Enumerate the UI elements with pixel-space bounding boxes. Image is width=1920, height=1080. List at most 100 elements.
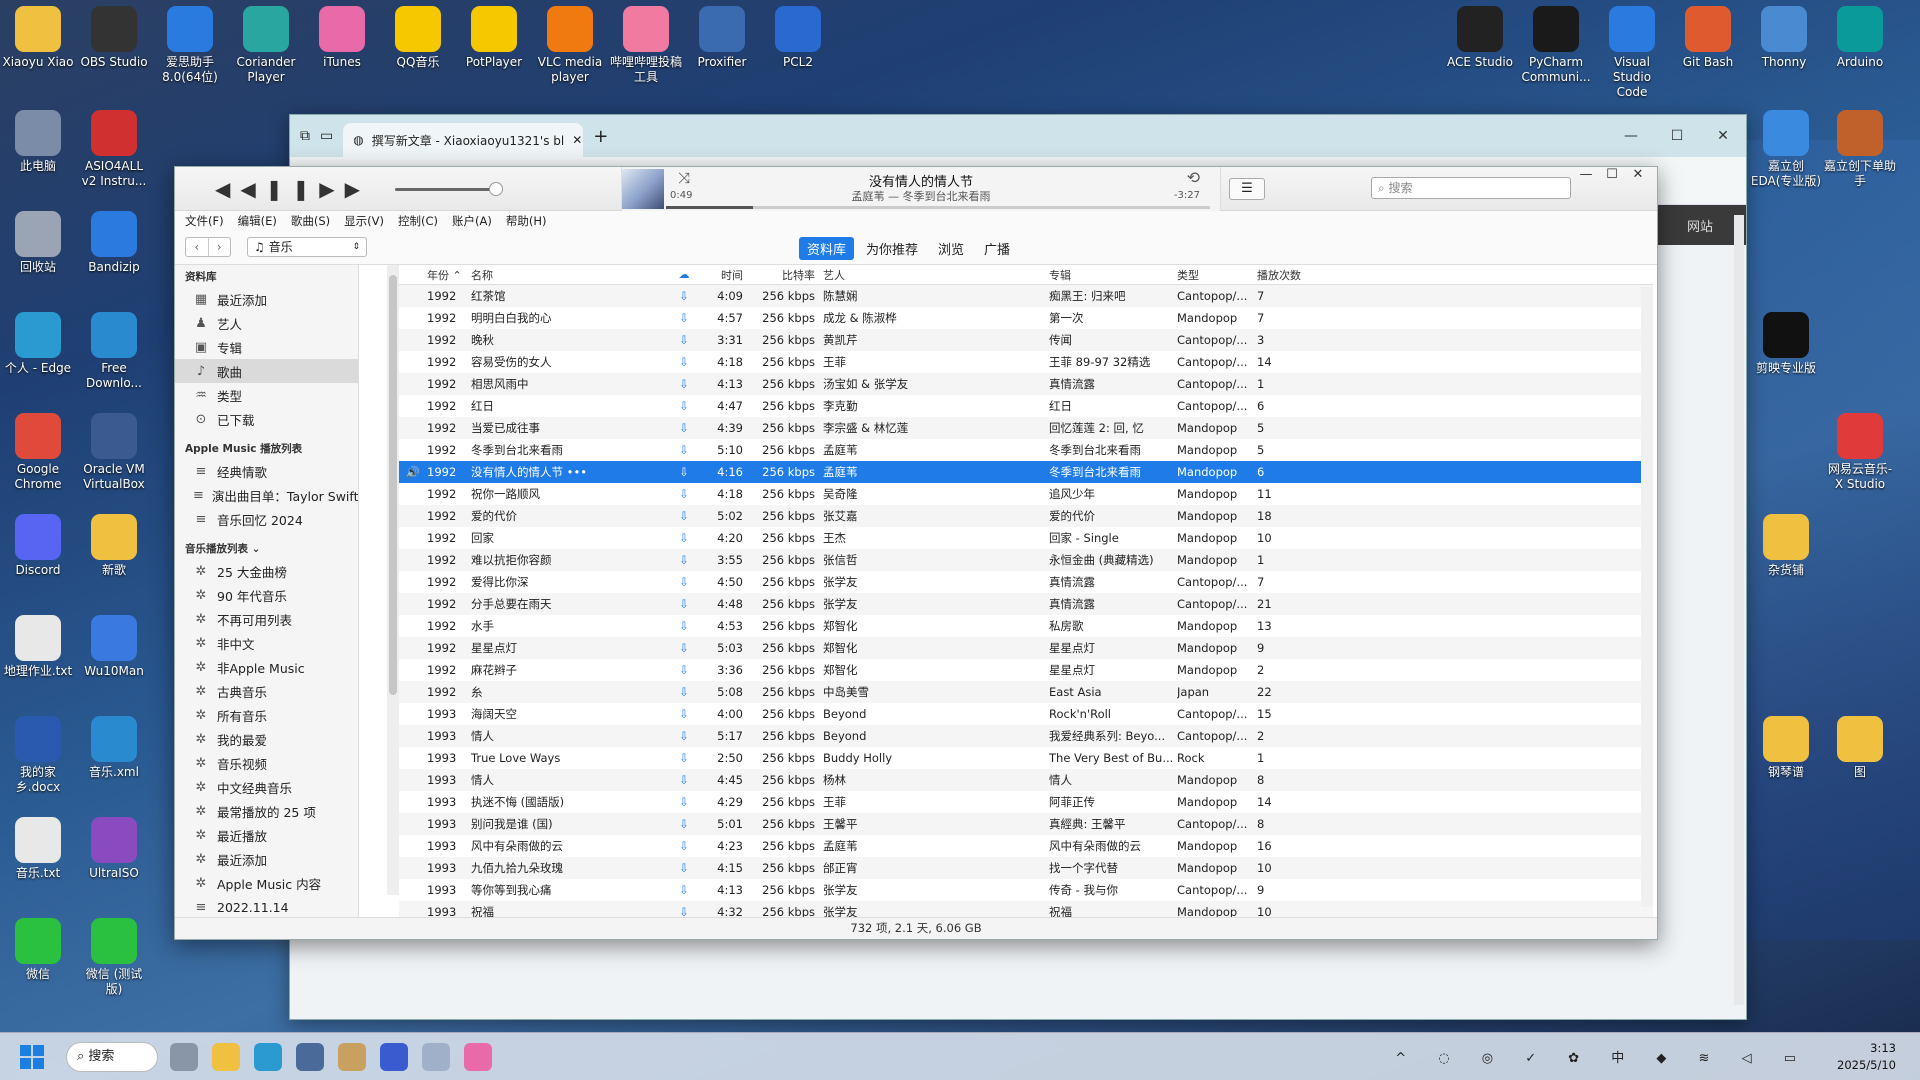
desktop-icon[interactable]: OBS Studio <box>78 6 150 70</box>
desktop-icon[interactable]: Oracle VM VirtualBox <box>78 413 150 492</box>
desktop-icon[interactable]: Free Downlo... <box>78 312 150 391</box>
search-input[interactable]: ⌕ 搜索 <box>1371 177 1571 199</box>
desktop-icon[interactable]: 我的家乡.docx <box>2 716 74 795</box>
forward-arrow-icon[interactable]: › <box>207 238 231 256</box>
table-row[interactable]: 1993 九佰九拾九朵玫瑰 ⇩ 4:15 256 kbps 邰正宵 找一个字代替 Mandop… <box>399 857 1653 879</box>
file-explorer-icon[interactable] <box>212 1043 240 1071</box>
media-kind-select[interactable]: ♫ 音乐 ⇕ <box>247 237 367 257</box>
desktop-icon[interactable]: VLC media player <box>534 6 606 85</box>
sidebar-item[interactable]: ✲ 我的最爱 <box>175 727 358 751</box>
tab-segment[interactable]: 为你推荐 <box>858 237 926 260</box>
menu-item[interactable]: 显示(V) <box>344 213 384 229</box>
table-row[interactable]: 1992 冬季到台北来看雨 ⇩ 5:10 256 kbps 孟庭苇 冬季到台北来看雨 Mand… <box>399 439 1653 461</box>
table-row[interactable]: 1992 水手 ⇩ 4:53 256 kbps 郑智化 私房歌 Mandopop 13 <box>399 615 1653 637</box>
edge-icon[interactable] <box>254 1043 282 1071</box>
desktop-icon[interactable]: PCL2 <box>762 6 834 70</box>
menu-item[interactable]: 文件(F) <box>185 213 224 229</box>
website-link[interactable]: 网站 <box>1654 205 1746 245</box>
sidebar-item[interactable]: ✲ 音乐视频 <box>175 751 358 775</box>
cloud-download-icon[interactable]: ⇩ <box>671 597 697 611</box>
sidebar-item[interactable]: ✲ 古典音乐 <box>175 679 358 703</box>
table-row[interactable]: 1992 祝你一路顺风 ⇩ 4:18 256 kbps 吴奇隆 追风少年 Mandopop 11 <box>399 483 1653 505</box>
desktop-icon[interactable]: 此电脑 <box>2 110 74 174</box>
cloud-download-icon[interactable]: ⇩ <box>671 839 697 853</box>
browser-tab[interactable]: ◍ 撰写新文章 - Xiaoxiaoyu1321's bl ✕ <box>343 123 584 157</box>
sidebar-item[interactable]: ✲ 所有音乐 <box>175 703 358 727</box>
desktop-icon[interactable]: ACE Studio <box>1444 6 1516 70</box>
table-row[interactable]: 1992 相思风雨中 ⇩ 4:13 256 kbps 汤宝如 & 张学友 真情流露 Canto… <box>399 373 1653 395</box>
previous-icon[interactable]: ◀◀ <box>215 177 266 201</box>
table-row[interactable]: 🔊 1992 没有情人的情人节 ••• ⇩ 4:16 256 kbps 孟庭苇 冬季到台北来看… <box>399 461 1653 483</box>
desktop-icon[interactable]: ASIO4ALL v2 Instru... <box>78 110 150 189</box>
table-row[interactable]: 1992 红日 ⇩ 4:47 256 kbps 李克勤 红日 Cantopop/... 6 <box>399 395 1653 417</box>
table-row[interactable]: 1992 晚秋 ⇩ 3:31 256 kbps 黄凯芹 传闻 Cantopop/... 3 <box>399 329 1653 351</box>
desktop-icon[interactable]: 音乐.xml <box>78 716 150 780</box>
monitor-app-icon[interactable] <box>296 1043 324 1071</box>
avatar-app-icon[interactable] <box>422 1043 450 1071</box>
taskbar-search[interactable]: ⌕ 搜索 <box>66 1042 158 1072</box>
minimize-icon[interactable]: — <box>1608 128 1654 144</box>
cloud-download-icon[interactable]: ⇩ <box>671 443 697 457</box>
cloud-download-icon[interactable]: ⇩ <box>671 553 697 567</box>
cloud-download-icon[interactable]: ⇩ <box>671 399 697 413</box>
sidebar-item[interactable]: ♒ 类型 <box>175 383 358 407</box>
sidebar-scrollbar[interactable] <box>387 265 399 895</box>
cloud-download-icon[interactable]: ⇩ <box>671 751 697 765</box>
desktop-icon[interactable]: 音乐.txt <box>2 817 74 881</box>
sidebar-item[interactable]: ✲ 不再可用列表 <box>175 607 358 631</box>
remaining-time[interactable]: -3:27 <box>1174 190 1200 201</box>
next-icon[interactable]: ▶▶ <box>319 177 370 201</box>
desktop-icon[interactable]: 图 <box>1824 716 1896 780</box>
column-header[interactable]: 时间 <box>697 267 743 283</box>
table-row[interactable]: 1992 分手总要在雨天 ⇩ 4:48 256 kbps 张学友 真情流露 Cantopop/… <box>399 593 1653 615</box>
cloud-download-icon[interactable]: ⇩ <box>671 685 697 699</box>
desktop-icon[interactable]: 个人 - Edge <box>2 312 74 376</box>
sidebar-item[interactable]: ✲ 非Apple Music <box>175 655 358 679</box>
sidebar-item[interactable]: ≡ 经典情歌 <box>175 459 358 483</box>
column-header[interactable]: 类型 <box>1177 267 1257 283</box>
desktop-icon[interactable]: 回收站 <box>2 211 74 275</box>
cloud-download-icon[interactable]: ⇩ <box>671 465 697 479</box>
sidebar-item[interactable]: ▣ 专辑 <box>175 335 358 359</box>
column-header[interactable]: 专辑 <box>1049 267 1177 283</box>
desktop-icon[interactable]: 微信 <box>2 918 74 982</box>
cloud-download-icon[interactable]: ⇩ <box>671 883 697 897</box>
cloud-download-icon[interactable]: ⇩ <box>671 861 697 875</box>
cloud-download-icon[interactable]: ⇩ <box>671 377 697 391</box>
menu-item[interactable]: 账户(A) <box>452 213 492 229</box>
desktop-icon[interactable]: 微信 (测试版) <box>78 918 150 997</box>
clock[interactable]: 3:13 2025/5/10 <box>1837 1040 1896 1074</box>
desktop-icon[interactable]: Proxifier <box>686 6 758 70</box>
minimize-icon[interactable]: — <box>1573 167 1599 182</box>
table-row[interactable]: 1993 情人 ⇩ 4:45 256 kbps 杨林 情人 Mandopop 8 <box>399 769 1653 791</box>
table-row[interactable]: 1993 风中有朵雨做的云 ⇩ 4:23 256 kbps 孟庭苇 风中有朵雨做的云 Mand… <box>399 835 1653 857</box>
sidebar-item[interactable]: ♪ 歌曲 <box>175 359 358 383</box>
table-row[interactable]: 1992 糸 ⇩ 5:08 256 kbps 中岛美雪 East Asia Japan 22 <box>399 681 1653 703</box>
table-row[interactable]: 1993 执迷不悔 (國語版) ⇩ 4:29 256 kbps 王菲 阿菲正传 Mandopo… <box>399 791 1653 813</box>
desktop-icon[interactable]: 钢琴谱 <box>1750 716 1822 780</box>
cloud-download-icon[interactable]: ⇩ <box>671 355 697 369</box>
browser-workspace-icon[interactable]: ⧉ <box>300 128 310 144</box>
sidebar-item[interactable]: ≡ 2022.11.14 <box>175 895 358 919</box>
progress-bar[interactable] <box>666 206 1210 209</box>
desktop-icon[interactable]: Wu10Man <box>78 615 150 679</box>
sidebar-item[interactable]: ✲ 中文经典音乐 <box>175 775 358 799</box>
table-row[interactable]: 1993 别问我是谁 (国) ⇩ 5:01 256 kbps 王馨平 真經典: 王馨平 Can… <box>399 813 1653 835</box>
song-list-scrollbar[interactable] <box>1641 287 1653 907</box>
column-header[interactable]: 艺人 <box>819 267 1049 283</box>
cloud-download-icon[interactable]: ⇩ <box>671 289 697 303</box>
column-header[interactable]: 播放次数 <box>1257 267 1307 283</box>
menu-item[interactable]: 歌曲(S) <box>291 213 330 229</box>
column-header[interactable]: 年份 ⌃ <box>427 267 471 283</box>
table-row[interactable]: 1992 爱得比你深 ⇩ 4:50 256 kbps 张学友 真情流露 Cantopop/..… <box>399 571 1653 593</box>
tab-segment[interactable]: 广播 <box>976 237 1018 260</box>
desktop-icon[interactable]: 新歌 <box>78 514 150 578</box>
table-row[interactable]: 1992 星星点灯 ⇩ 5:03 256 kbps 郑智化 星星点灯 Mandopop 9 <box>399 637 1653 659</box>
cloud-download-icon[interactable]: ⇩ <box>671 817 697 831</box>
sidebar-item[interactable]: ▦ 最近添加 <box>175 287 358 311</box>
back-arrow-icon[interactable]: ‹ <box>186 238 208 256</box>
desktop-icon[interactable]: Bandizip <box>78 211 150 275</box>
tab-segment[interactable]: 浏览 <box>930 237 972 260</box>
sidebar-item[interactable]: ≡ 音乐回忆 2024 <box>175 507 358 531</box>
desktop-icon[interactable]: 嘉立创下单助手 <box>1824 110 1896 189</box>
